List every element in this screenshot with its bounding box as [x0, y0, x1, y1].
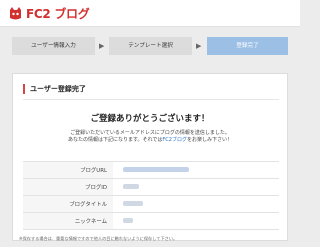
- step-user-info: ユーザー情報入力: [12, 37, 95, 55]
- row-label-blog-title: ブログタイトル: [23, 195, 113, 213]
- registration-complete-panel: ユーザー登録完了 ご登録ありがとうございます！ ご登録いただいているメールアドレ…: [12, 73, 288, 241]
- redacted-value: [123, 218, 133, 223]
- blog-info-table: ブログURL ブログID ブログタイトル ニックネーム: [23, 161, 279, 230]
- redacted-value: [123, 167, 189, 172]
- message-line-1: ご登録いただいているメールアドレスにブログの情報を送信しました。: [70, 130, 230, 136]
- blog-id-value: [113, 178, 279, 196]
- table-row: ブログID: [23, 178, 279, 196]
- nickname-value: [113, 212, 279, 230]
- row-label-blog-url: ブログURL: [23, 161, 113, 179]
- step-template-select: テンプレート選択: [109, 37, 192, 55]
- registration-steps: ユーザー情報入力 ▶ テンプレート選択 ▶ 登録完了: [12, 37, 288, 55]
- section-title: ユーザー登録完了: [23, 84, 86, 94]
- save-note: ※保存する場合は、重要な情報ですので他人の目に触れないように保存して下さい。: [19, 236, 178, 241]
- message-line-2: あなたの情報は下記になります。それではFC2ブログをお楽しみ下さい！: [13, 137, 287, 144]
- redacted-value: [123, 201, 143, 206]
- logo-text: FC2 ブログ: [26, 6, 90, 21]
- thanks-heading: ご登録ありがとうございます！: [90, 114, 210, 124]
- redacted-value: [123, 184, 139, 189]
- fc2-blog-link[interactable]: FC2ブログ: [162, 137, 187, 143]
- fc2-logo-icon: [8, 6, 23, 21]
- blog-url-value[interactable]: [113, 161, 279, 179]
- step-arrow-icon: ▶: [99, 42, 105, 50]
- message-text: をお楽しみ下さい！: [186, 137, 232, 143]
- table-row: ブログタイトル: [23, 195, 279, 213]
- message-text: あなたの情報は下記になります。それでは: [68, 137, 163, 143]
- row-label-blog-id: ブログID: [23, 178, 113, 196]
- table-row: ブログURL: [23, 161, 279, 179]
- blog-title-value: [113, 195, 279, 213]
- row-label-nickname: ニックネーム: [23, 212, 113, 230]
- site-header: FC2 ブログ: [0, 0, 300, 27]
- divider: [23, 99, 279, 100]
- step-complete: 登録完了: [207, 37, 288, 55]
- table-row: ニックネーム: [23, 212, 279, 230]
- fc2-blog-logo[interactable]: FC2 ブログ: [8, 5, 90, 21]
- step-arrow-icon: ▶: [196, 42, 202, 50]
